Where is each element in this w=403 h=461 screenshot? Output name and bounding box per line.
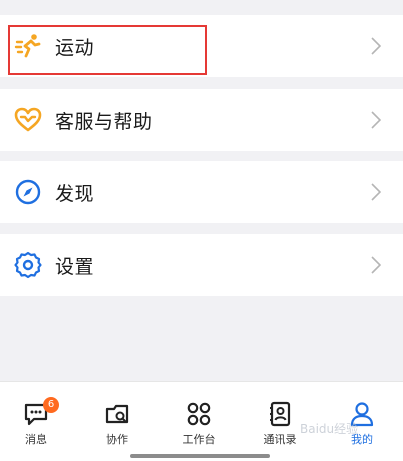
home-indicator [130, 454, 270, 458]
workbench-grid-icon [187, 402, 211, 426]
menu-item-customer-service[interactable]: 客服与帮助 [0, 89, 403, 151]
menu-item-label: 客服与帮助 [55, 110, 153, 133]
tab-collaboration[interactable]: 协作 [87, 400, 147, 454]
tab-label: 消息 [25, 433, 47, 446]
running-icon [14, 34, 41, 58]
menu-item-label: 设置 [55, 255, 95, 278]
baidu-watermark: Baidu经验 [300, 422, 359, 436]
compass-icon [15, 179, 41, 205]
tab-label: 协作 [106, 433, 128, 446]
heart-support-icon [14, 107, 42, 132]
menu-item-label: 发现 [55, 182, 95, 205]
chevron-right-icon [371, 183, 381, 201]
tab-messages[interactable]: 6 消息 [6, 397, 66, 454]
tab-workbench[interactable]: 工作台 [169, 400, 229, 454]
gear-icon [14, 251, 42, 279]
unread-badge: 6 [43, 397, 59, 413]
menu-item-sport[interactable]: 运动 [0, 15, 403, 77]
chevron-right-icon [371, 37, 381, 55]
chevron-right-icon [371, 111, 381, 129]
menu-item-settings[interactable]: 设置 [0, 234, 403, 296]
contacts-book-icon [270, 401, 291, 427]
collaboration-icon [105, 404, 129, 424]
menu-item-discover[interactable]: 发现 [0, 161, 403, 223]
tab-label: 工作台 [182, 433, 216, 446]
menu-item-label: 运动 [55, 36, 95, 59]
chevron-right-icon [371, 256, 381, 274]
